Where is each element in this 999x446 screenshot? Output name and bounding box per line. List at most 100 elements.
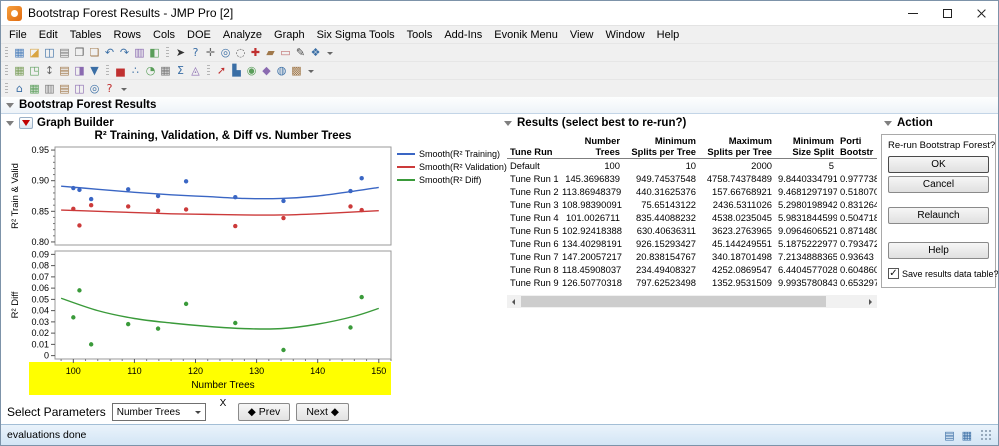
grabber-tool-icon[interactable]: ✛ — [203, 45, 218, 61]
data-point[interactable] — [359, 176, 364, 181]
jmp-app-icon[interactable] — [7, 5, 22, 21]
column-header[interactable]: Minimum Splits per Tree — [623, 135, 699, 159]
ok-button[interactable]: OK — [888, 156, 989, 173]
scroll-right-button[interactable] — [864, 295, 877, 308]
eraser-tool-icon[interactable]: ▭ — [278, 45, 293, 61]
cell-plot-icon[interactable]: ▩ — [289, 63, 304, 79]
data-point[interactable] — [125, 204, 131, 209]
search-icon[interactable]: ◎ — [87, 81, 102, 97]
menu-help[interactable]: Help — [651, 29, 686, 41]
data-point[interactable] — [71, 185, 76, 191]
data-point[interactable] — [281, 215, 286, 221]
data-point[interactable] — [233, 320, 238, 326]
minimize-button[interactable] — [896, 1, 930, 25]
toolbar-grip[interactable] — [5, 82, 8, 95]
table-row[interactable]: Tune Run 4 101.0026711 835.44088232 4538.02… — [507, 211, 877, 224]
data-point[interactable] — [88, 196, 94, 202]
data-point[interactable] — [125, 321, 131, 327]
data-point[interactable] — [88, 342, 94, 347]
smooth-line[interactable] — [60, 297, 379, 330]
fit-y-by-x-icon[interactable]: ∴ — [128, 63, 143, 79]
help-icon[interactable]: ? — [102, 81, 117, 97]
data-table-window-icon[interactable]: ▦ — [27, 81, 42, 97]
data-point[interactable] — [281, 198, 286, 204]
stack-icon[interactable]: ▤ — [57, 63, 72, 79]
data-point[interactable] — [348, 204, 353, 209]
data-point[interactable] — [71, 315, 76, 320]
journal-icon[interactable]: ▥ — [132, 45, 147, 61]
table-row[interactable]: Tune Run 9 126.50770318 797.62523498 1352.9… — [507, 276, 877, 289]
close-button[interactable] — [964, 1, 998, 25]
scrollbar-thumb[interactable] — [521, 296, 826, 307]
menu-six-sigma-tools[interactable]: Six Sigma Tools — [311, 29, 401, 41]
toolbar-overflow-icon[interactable] — [325, 45, 335, 61]
horizontal-scrollbar[interactable] — [507, 295, 877, 308]
contour-plot-icon[interactable]: ◍ — [274, 63, 289, 79]
legend-item[interactable]: Smooth(R² Training) — [397, 147, 500, 160]
data-point[interactable] — [359, 207, 364, 213]
data-point[interactable] — [77, 187, 82, 193]
menu-rows[interactable]: Rows — [108, 29, 148, 41]
data-filter-icon[interactable]: ▼ — [87, 63, 102, 79]
zoom-tool-icon[interactable]: ◎ — [218, 45, 233, 61]
data-point[interactable] — [155, 326, 161, 331]
data-point[interactable] — [183, 301, 189, 307]
table-row[interactable]: Tune Run 5 102.92418388 630.40636311 3623.2… — [507, 224, 877, 237]
fit-model-icon[interactable]: Σ — [173, 63, 188, 79]
status-grid-icon[interactable]: ▤ — [944, 429, 954, 442]
menu-tools[interactable]: Tools — [401, 29, 439, 41]
toolbar-grip[interactable] — [5, 64, 8, 77]
help-tool-icon[interactable]: ? — [188, 45, 203, 61]
table-row[interactable]: Tune Run 7 147.20057217 20.838154767 340.18… — [507, 250, 877, 263]
arrange-windows-icon[interactable]: ◫ — [72, 81, 87, 97]
save-icon[interactable]: ◫ — [42, 45, 57, 61]
data-point[interactable] — [348, 188, 353, 194]
toolbar-grip[interactable] — [106, 64, 109, 77]
predictive-modeling-icon[interactable]: ◬ — [188, 63, 203, 79]
maximize-button[interactable] — [930, 1, 964, 25]
data-point[interactable] — [281, 347, 286, 353]
menu-view[interactable]: View — [564, 29, 600, 41]
disclosure-triangle-icon[interactable] — [6, 102, 14, 108]
paste-icon[interactable]: ❏ — [87, 45, 102, 61]
data-point[interactable] — [125, 187, 131, 192]
data-point[interactable] — [88, 202, 94, 208]
data-point[interactable] — [71, 206, 76, 212]
prev-button[interactable]: ◆ Prev — [237, 403, 291, 421]
open-file-icon[interactable]: ◪ — [27, 45, 42, 61]
table-row[interactable]: Tune Run 1 145.3696839 949.74537548 4758.74… — [507, 172, 877, 185]
relaunch-button[interactable]: Relaunch — [888, 207, 989, 224]
data-point[interactable] — [77, 288, 82, 293]
lasso-tool-icon[interactable]: ◌ — [233, 45, 248, 61]
disclosure-triangle-icon[interactable] — [884, 120, 892, 126]
help-button[interactable]: Help — [888, 242, 989, 259]
scatterplot-3d-icon[interactable]: ◆ — [259, 63, 274, 79]
menu-window[interactable]: Window — [600, 29, 651, 41]
menu-evonik-menu[interactable]: Evonik Menu — [488, 29, 564, 41]
toolbar-overflow-icon[interactable] — [119, 81, 129, 97]
column-header[interactable]: Number Trees — [559, 135, 623, 159]
resize-grip-icon[interactable] — [980, 429, 992, 441]
y-axis-label[interactable]: R² Train & Valid — [10, 163, 21, 229]
smooth-line[interactable] — [61, 185, 379, 200]
data-point[interactable] — [155, 208, 161, 213]
cancel-button[interactable]: Cancel — [888, 176, 989, 193]
redo-icon[interactable]: ↷ — [117, 45, 132, 61]
next-button[interactable]: Next ◆ — [296, 403, 349, 421]
disclosure-triangle-icon[interactable] — [504, 120, 512, 126]
selection-tool-icon[interactable]: ❖ — [308, 45, 323, 61]
distribution-icon[interactable]: ▅ — [113, 63, 128, 79]
menu-file[interactable]: File — [3, 29, 33, 41]
arrow-tool-icon[interactable]: ➤ — [173, 45, 188, 61]
new-data-table-icon[interactable]: ▦ — [12, 45, 27, 61]
menu-add-ins[interactable]: Add-Ins — [438, 29, 488, 41]
sort-icon[interactable]: ↕ — [42, 63, 57, 79]
disclosure-triangle-icon[interactable] — [6, 120, 14, 126]
undo-icon[interactable]: ↶ — [102, 45, 117, 61]
column-header[interactable]: Tune Run — [507, 135, 559, 159]
toolbar-grip[interactable] — [207, 64, 210, 77]
menu-cols[interactable]: Cols — [147, 29, 181, 41]
tabulate-icon[interactable]: ▦ — [158, 63, 173, 79]
copy-icon[interactable]: ❐ — [72, 45, 87, 61]
y-axis-label[interactable]: R² Diff — [10, 291, 21, 318]
